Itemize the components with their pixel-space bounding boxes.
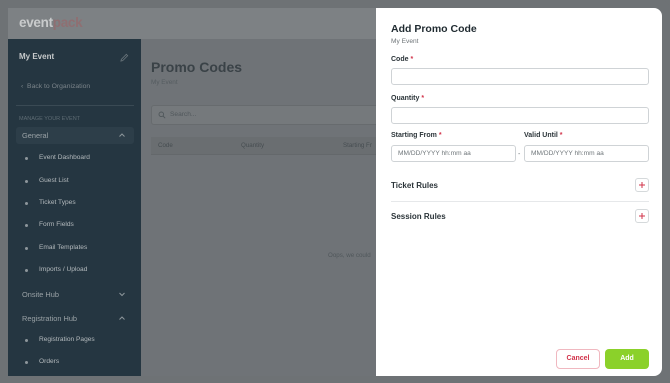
column-header-starting-from[interactable]: Starting Fr — [343, 142, 372, 149]
sidebar-item-email-templates[interactable]: Email Templates — [39, 244, 87, 251]
page-subtitle: My Event — [151, 79, 178, 86]
starting-from-label: Starting From * — [391, 132, 442, 139]
add-button[interactable]: Add — [605, 349, 649, 369]
sidebar-item-registration-pages[interactable]: Registration Pages — [39, 336, 95, 343]
back-to-organization-link[interactable]: ‹ Back to Organization — [21, 83, 90, 90]
sidebar-item-ticket-types[interactable]: Ticket Types — [39, 199, 76, 206]
bullet-icon — [25, 157, 28, 160]
search-icon — [158, 111, 166, 119]
bullet-icon — [25, 339, 28, 342]
chevron-up-icon[interactable] — [118, 131, 126, 139]
sidebar: My Event ‹ Back to Organization MANAGE Y… — [8, 39, 141, 376]
add-ticket-rule-button[interactable] — [635, 178, 649, 192]
search-input[interactable]: Search... — [151, 105, 391, 125]
sidebar-item-guest-list[interactable]: Guest List — [39, 177, 69, 184]
bullet-icon — [25, 269, 28, 272]
search-placeholder: Search... — [170, 111, 197, 118]
column-header-quantity[interactable]: Quantity — [241, 142, 264, 149]
modal-title: Add Promo Code — [391, 23, 477, 35]
modal-subtitle: My Event — [391, 38, 419, 45]
pencil-icon[interactable] — [120, 53, 129, 62]
bullet-icon — [25, 247, 28, 250]
code-label: Code * — [391, 56, 414, 63]
add-promo-code-panel: Add Promo Code My Event Code * Quantity … — [376, 8, 662, 376]
sidebar-item-imports-upload[interactable]: Imports / Upload — [39, 266, 87, 273]
chevron-up-icon[interactable] — [118, 314, 126, 322]
bullet-icon — [25, 202, 28, 205]
sidebar-item-form-fields[interactable]: Form Fields — [39, 221, 74, 228]
column-header-code[interactable]: Code — [158, 142, 173, 149]
sidebar-group-general[interactable]: General — [22, 131, 48, 140]
table-header: Code Quantity Starting Fr — [151, 137, 391, 155]
add-session-rule-button[interactable] — [635, 209, 649, 223]
bullet-icon — [25, 180, 28, 183]
starting-from-field[interactable] — [391, 145, 516, 162]
rules-divider — [391, 201, 649, 202]
session-rules-label: Session Rules — [391, 212, 446, 221]
session-rules-row: Session Rules — [391, 205, 649, 229]
sidebar-group-registration-hub[interactable]: Registration Hub — [22, 314, 77, 323]
sidebar-group-onsite-hub[interactable]: Onsite Hub — [22, 290, 59, 299]
ticket-rules-row: Ticket Rules — [391, 174, 649, 198]
top-bar: eventpack — [8, 8, 376, 39]
main-content: Promo Codes My Event Search... Code Quan… — [141, 39, 391, 376]
page-title: Promo Codes — [151, 59, 243, 75]
chevron-down-icon[interactable] — [118, 290, 126, 298]
empty-state-text: Oops, we could — [328, 252, 371, 259]
quantity-label: Quantity * — [391, 95, 425, 102]
date-separator: - — [518, 151, 521, 158]
bullet-icon — [25, 224, 28, 227]
valid-until-label: Valid Until * — [524, 132, 563, 139]
sidebar-item-orders[interactable]: Orders — [39, 358, 59, 365]
plus-icon — [639, 182, 645, 188]
sidebar-section-label: MANAGE YOUR EVENT — [19, 116, 81, 122]
valid-until-field[interactable] — [524, 145, 649, 162]
app-logo[interactable]: eventpack — [19, 15, 83, 30]
app-window: eventpack My Event ‹ Back to Organizatio… — [0, 0, 670, 383]
bullet-icon — [25, 361, 28, 364]
ticket-rules-label: Ticket Rules — [391, 181, 438, 190]
quantity-field[interactable] — [391, 107, 649, 124]
cancel-button[interactable]: Cancel — [556, 349, 600, 369]
sidebar-divider — [16, 105, 134, 106]
sidebar-event-name: My Event — [19, 52, 55, 61]
code-field[interactable] — [391, 68, 649, 85]
sidebar-item-event-dashboard[interactable]: Event Dashboard — [39, 154, 90, 161]
plus-icon — [639, 213, 645, 219]
